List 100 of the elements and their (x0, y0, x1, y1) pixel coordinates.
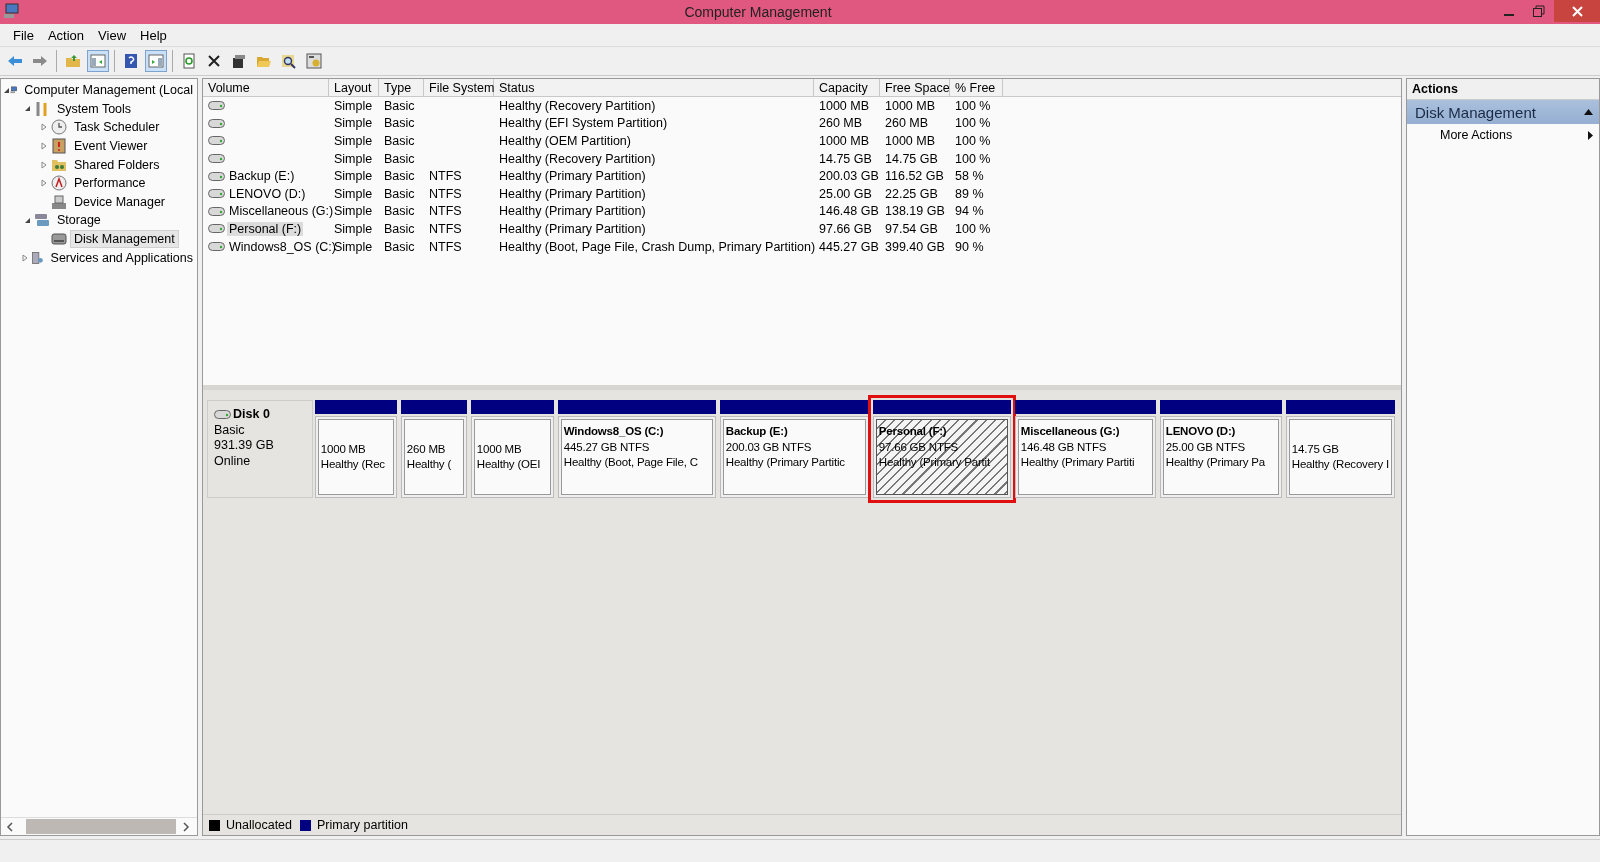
partition-text: 1000 MB (320, 441, 367, 457)
column-header[interactable]: Type (379, 79, 424, 97)
partition-text: Healthy (Primary Partiti (1020, 455, 1136, 470)
tree-item[interactable]: Event Viewer (70, 137, 152, 156)
tree-item[interactable]: Disk Management (70, 230, 179, 249)
partition-text: 445.27 GB NTFS (563, 439, 651, 455)
table-cell: Healthy (Primary Partition) (499, 169, 646, 184)
menu-item[interactable]: View (91, 27, 134, 43)
scroll-left-icon[interactable] (6, 821, 14, 832)
table-cell: Basic (384, 221, 415, 236)
collapse-arrow-icon[interactable] (23, 216, 31, 224)
table-cell: 22.25 GB (885, 186, 938, 201)
drive-icon (208, 101, 225, 111)
collapse-arrow-icon[interactable] (23, 105, 31, 113)
tree-item[interactable]: Device Manager (70, 192, 169, 211)
volume-name[interactable]: Miscellaneous (G:) (227, 204, 336, 219)
tree-item[interactable]: Computer Management (Local (20, 81, 197, 100)
actions-title: Actions (1407, 79, 1599, 100)
collapse-arrow-icon[interactable] (3, 86, 10, 94)
tree-item[interactable]: Services and Applications (46, 248, 197, 267)
device-icon (51, 193, 67, 210)
section-title: Disk Management (1415, 103, 1536, 121)
table-cell: Healthy (Recovery Partition) (499, 151, 656, 166)
table-cell: 116.52 GB (885, 169, 944, 184)
table-cell: 100 % (955, 98, 991, 113)
column-header[interactable]: Capacity (814, 79, 880, 97)
drive-icon (214, 410, 231, 420)
drive-icon (208, 189, 225, 199)
tree-pane-icon (90, 53, 106, 69)
drive-icon (208, 242, 225, 252)
table-cell: Simple (334, 116, 373, 131)
partition-text: Healthy (Boot, Page File, C (563, 455, 699, 470)
computer-icon (3, 3, 19, 19)
partition-text: 146.48 GB NTFS (1020, 439, 1108, 455)
gauge-icon (51, 175, 67, 192)
table-cell: Basic (384, 204, 415, 219)
table-cell: 58 % (955, 169, 984, 184)
volume-name[interactable]: LENOVO (D:) (227, 186, 308, 201)
clock-icon (51, 119, 67, 136)
column-header[interactable]: File System (424, 79, 494, 97)
action-item[interactable]: More Actions (1407, 124, 1599, 146)
tree-item[interactable]: Storage (53, 211, 105, 230)
expand-arrow-icon[interactable] (41, 179, 47, 188)
tree-item[interactable]: System Tools (53, 99, 136, 118)
action-section-header[interactable]: Disk Management (1407, 100, 1599, 124)
log-book-icon (51, 138, 67, 155)
table-cell: Healthy (Boot, Page File, Crash Dump, Primary Partition) (499, 239, 816, 254)
table-cell: 260 MB (819, 116, 863, 131)
table-cell: 146.48 GB (819, 204, 879, 219)
tree-item[interactable]: Performance (70, 174, 150, 193)
table-cell: Basic (384, 98, 415, 113)
partition-text: Healthy (Recovery I (1291, 457, 1389, 472)
restore-icon[interactable] (1533, 5, 1545, 17)
services-icon (31, 249, 44, 266)
storage-icon (34, 212, 50, 229)
disk-name: Disk 0 (233, 407, 270, 423)
search-icon (281, 53, 297, 69)
table-cell: Basic (384, 134, 415, 148)
drive-icon (208, 118, 225, 128)
table-cell: NTFS (429, 186, 462, 201)
partition-bar (400, 400, 467, 414)
volume-name[interactable]: Backup (E:) (227, 169, 297, 184)
expand-arrow-icon[interactable] (41, 123, 47, 132)
legend-label: Unallocated (226, 818, 292, 832)
table-cell: 399.40 GB (885, 239, 945, 254)
table-cell: 25.00 GB (819, 186, 872, 201)
partition-name: Miscellaneous (G:) (1020, 424, 1121, 439)
table-cell: Basic (384, 151, 415, 166)
table-cell: NTFS (429, 169, 462, 184)
expand-arrow-icon[interactable] (22, 253, 29, 262)
menu-item[interactable]: Action (40, 27, 92, 43)
drive-icon (208, 154, 225, 164)
volume-name[interactable]: Personal (F:) (227, 221, 304, 236)
partition-text: 200.03 GB NTFS (725, 439, 813, 455)
folder-up-icon (65, 53, 81, 69)
close-button[interactable] (1554, 0, 1600, 22)
table-cell: 1000 MB (819, 134, 870, 148)
column-header[interactable]: % Free (950, 79, 1003, 97)
column-header[interactable]: Free Space (880, 79, 950, 97)
column-header[interactable]: Status (494, 79, 814, 97)
table-cell: 94 % (955, 204, 984, 219)
menu-item[interactable]: File (6, 27, 41, 43)
scrollbar-thumb[interactable] (26, 819, 176, 834)
table-cell: 89 % (955, 186, 984, 201)
tree-item[interactable]: Task Scheduler (70, 118, 164, 137)
tree-item[interactable]: Shared Folders (70, 155, 164, 174)
table-cell: 14.75 GB (885, 151, 938, 166)
table-cell: 100 % (955, 116, 991, 131)
disk-info-panel[interactable]: Disk 0 Basic 931.39 GB Online (207, 400, 313, 498)
table-cell: Simple (334, 151, 373, 166)
collapse-arrow-icon[interactable] (1584, 109, 1593, 115)
scroll-right-icon[interactable] (182, 821, 190, 832)
partition-name: LENOVO (D:) (1165, 424, 1237, 439)
table-cell: Simple (334, 204, 373, 219)
menu-item[interactable]: Help (133, 27, 174, 43)
table-cell: 97.66 GB (819, 221, 872, 236)
table-cell: Healthy (EFI System Partition) (499, 116, 668, 131)
column-header[interactable]: Volume (203, 79, 329, 97)
column-header[interactable]: Layout (329, 79, 379, 97)
table-cell: 1000 MB (885, 98, 936, 113)
